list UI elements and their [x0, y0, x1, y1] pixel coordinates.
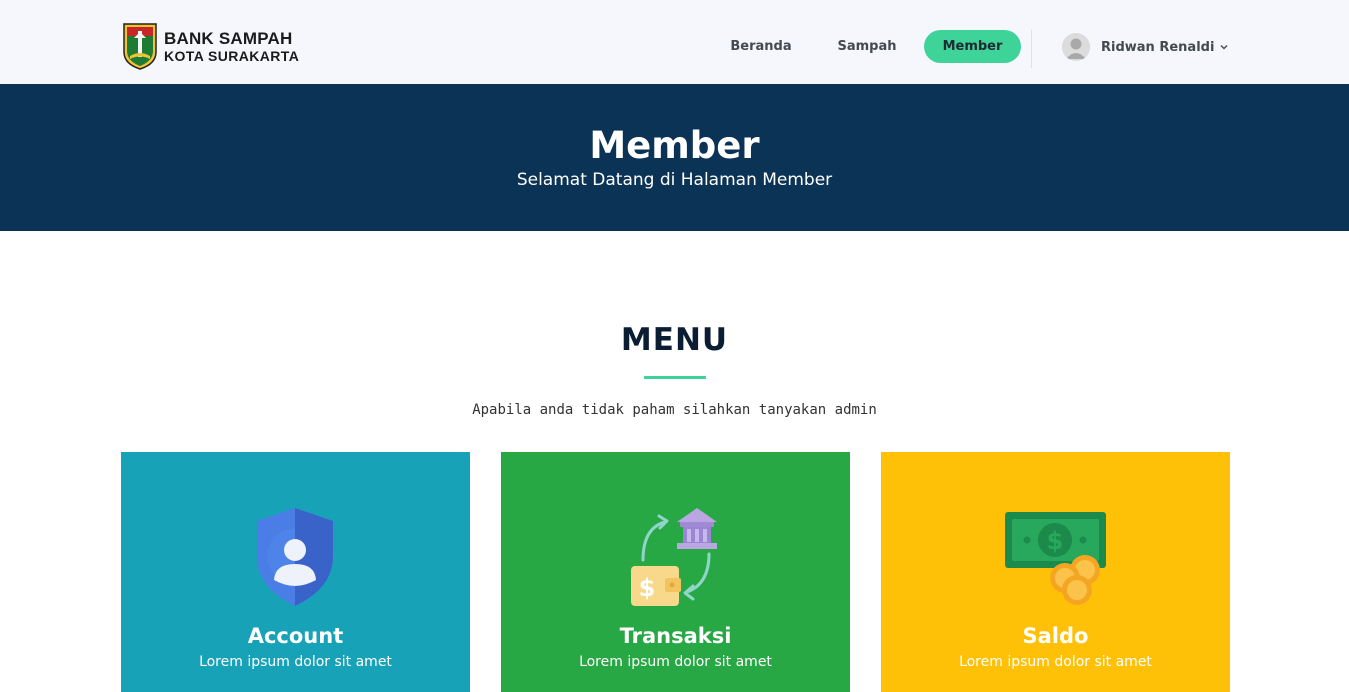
- card-text-account: Lorem ipsum dolor sit amet: [199, 654, 392, 670]
- nav-member-active[interactable]: Member: [924, 30, 1021, 63]
- svg-text:$: $: [639, 574, 656, 602]
- menu-card-transaksi[interactable]: $ Transaksi Lorem ipsum dolor sit amet: [501, 452, 850, 692]
- account-shield-icon: [257, 508, 333, 606]
- user-menu[interactable]: Ridwan Renaldi: [1062, 32, 1229, 62]
- user-avatar-icon: [1062, 33, 1090, 61]
- page-subtitle: Selamat Datang di Halaman Member: [516, 170, 833, 190]
- menu-card-saldo[interactable]: $ Saldo Lorem ipsum dolor sit amet: [881, 452, 1230, 692]
- money-coins-icon: $: [1005, 512, 1106, 605]
- card-title-account: Account: [247, 624, 344, 648]
- site-header: BANK SAMPAH KOTA SURAKARTA Beranda Sampa…: [0, 0, 1349, 84]
- svg-text:$: $: [1047, 527, 1064, 555]
- card-title-saldo: Saldo: [1022, 624, 1089, 648]
- page-title: Member: [589, 124, 760, 167]
- card-text-transaksi: Lorem ipsum dolor sit amet: [579, 654, 772, 670]
- menu-card-account[interactable]: Account Lorem ipsum dolor sit amet: [121, 452, 470, 692]
- card-text-saldo: Lorem ipsum dolor sit amet: [959, 654, 1152, 670]
- chevron-down-icon: [1220, 45, 1228, 50]
- menu-description: Apabila anda tidak paham silahkan tanyak…: [472, 402, 877, 418]
- card-title-transaksi: Transaksi: [619, 624, 732, 648]
- hero-banner: Member Selamat Datang di Halaman Member: [0, 84, 1349, 231]
- title-underline: [644, 376, 706, 379]
- transaction-icon: $: [631, 508, 717, 606]
- main-nav: Beranda Sampah Member Ridwan Renaldi: [0, 30, 1349, 68]
- menu-section-title: MENU: [620, 322, 729, 358]
- nav-beranda[interactable]: Beranda: [718, 30, 804, 63]
- nav-sampah[interactable]: Sampah: [824, 30, 910, 63]
- avatar: [1062, 33, 1090, 61]
- user-name: Ridwan Renaldi: [1101, 39, 1215, 55]
- nav-divider: [1031, 30, 1032, 68]
